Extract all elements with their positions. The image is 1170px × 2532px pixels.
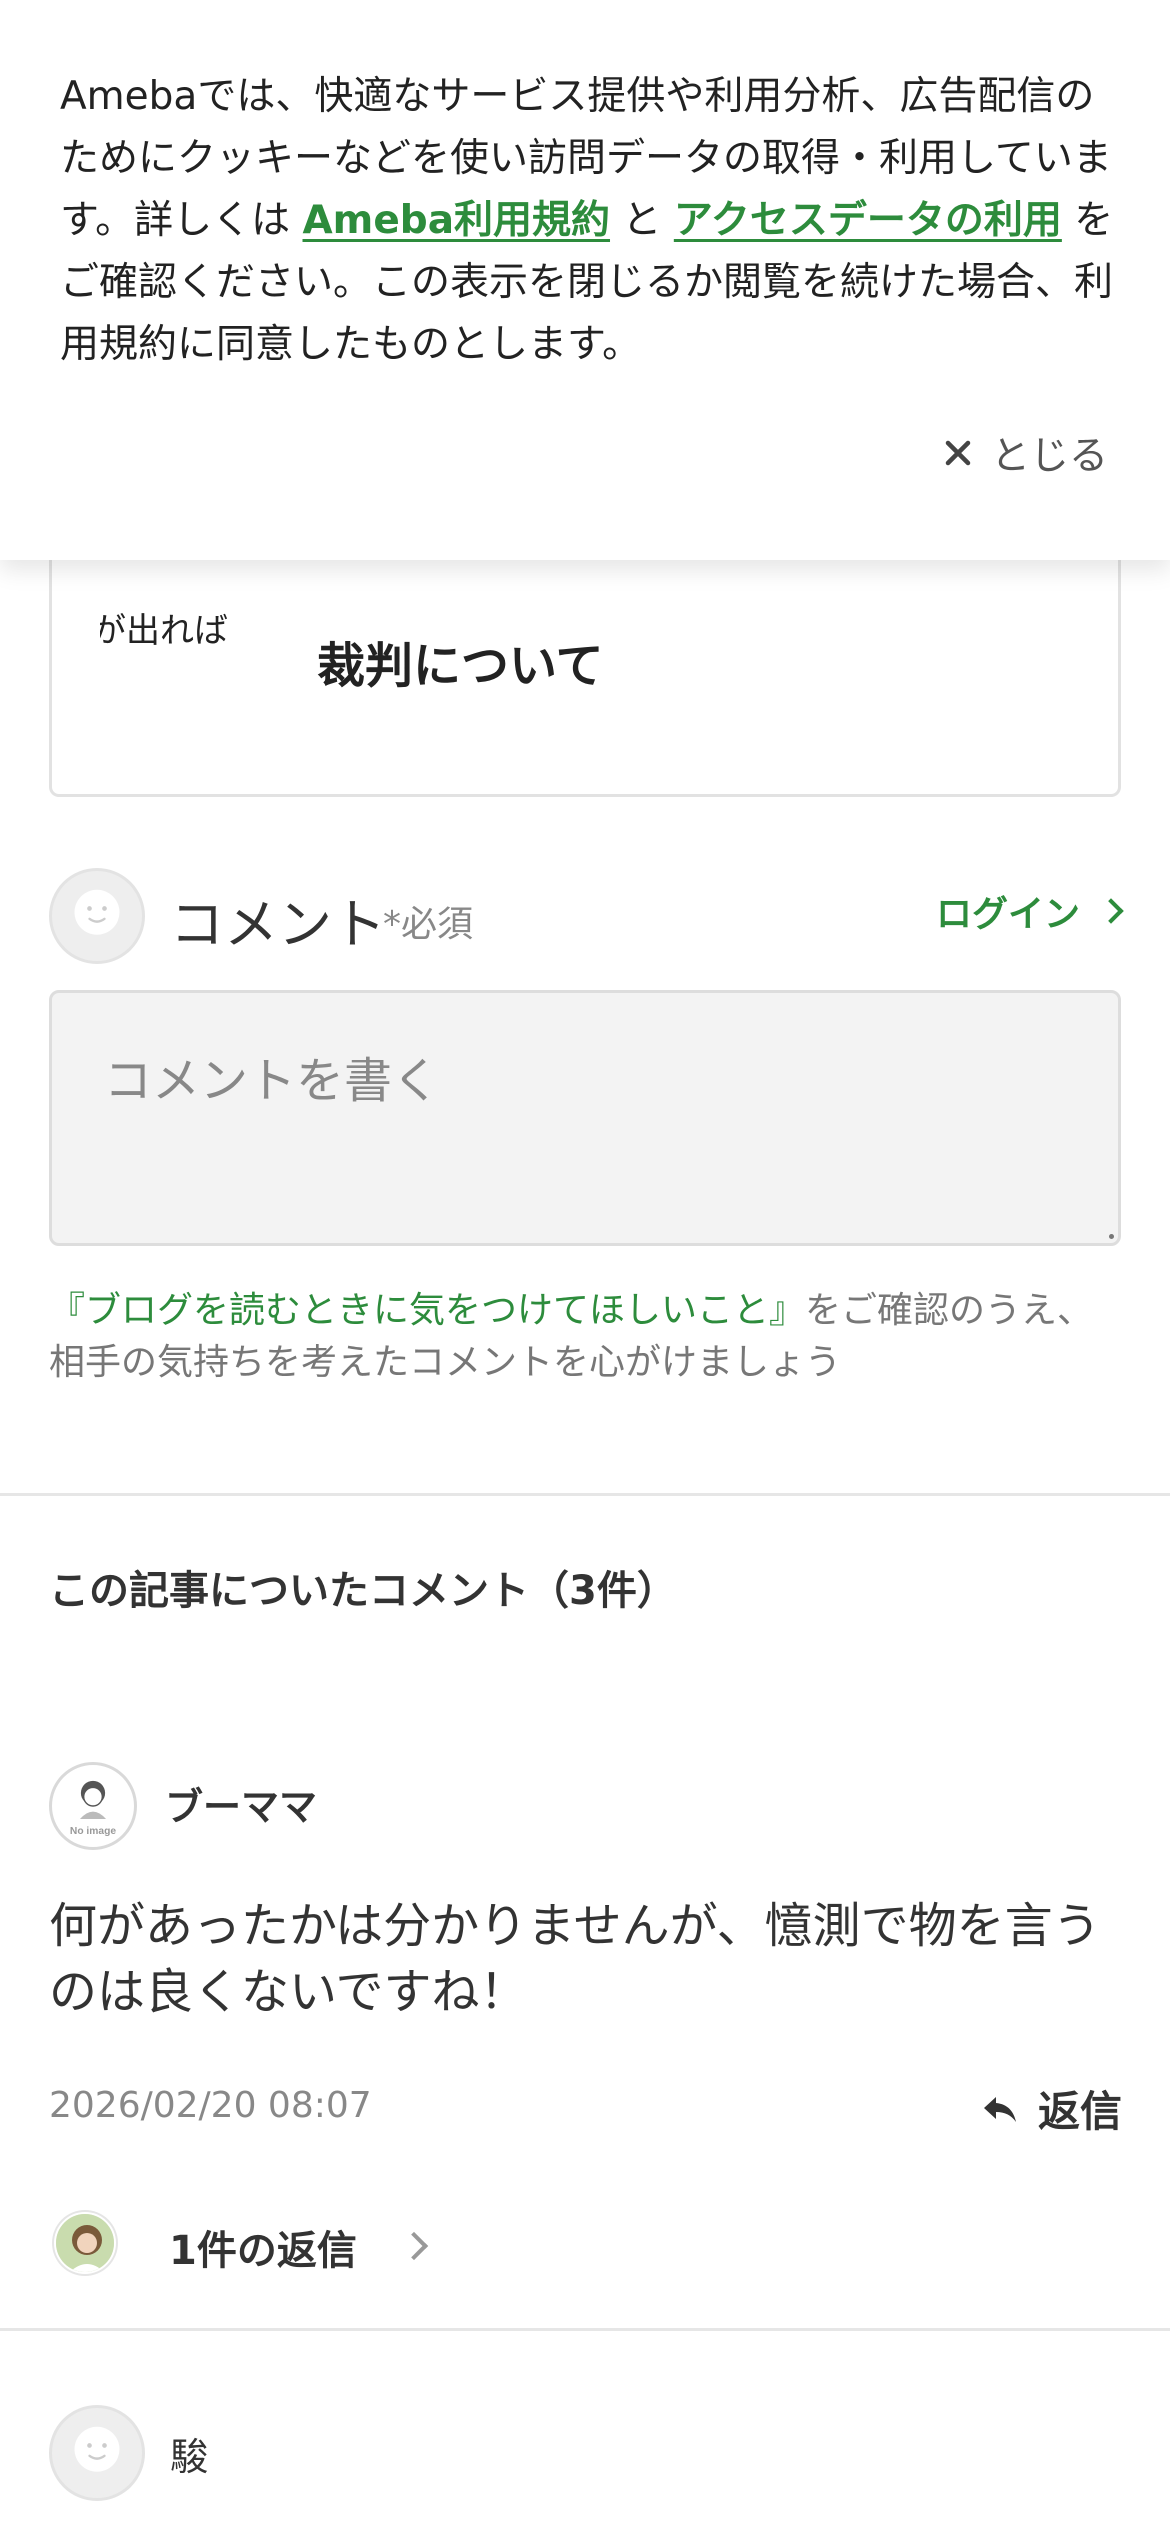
comment-guideline: 『ブログを読むときに気をつけてほしいこと』をご確認のうえ、相手の気持ちを考えたコ… [49,1285,1129,1389]
resize-handle-icon[interactable] [1109,1234,1114,1239]
required-note: *必須 [383,904,474,945]
no-image-avatar-icon: No image [70,1780,116,1837]
commenter-name[interactable]: 駿 [170,2426,208,2481]
page: が出れば 裁判について コメント *必須 ログイン コメントを書く 『ブログを読… [0,0,1170,2532]
article-thumbnail: が出れば [100,611,228,651]
cookie-message: Amebaでは、快適なサービス提供や利用分析、広告配信のためにクッキーなどを使い… [60,66,1120,376]
access-data-link[interactable]: アクセスデータの利用 [674,198,1062,243]
reply-arrow-icon [983,2096,1016,2122]
comment-placeholder: コメントを書く [104,1053,441,1109]
reply-label: 返信 [1037,2087,1122,2136]
commenter-avatar[interactable]: No image [49,1762,137,1850]
commenter-name[interactable]: ブーママ [165,1776,317,1831]
terms-link[interactable]: Ameba利用規約 [303,198,611,243]
replies-label: 1件の返信 [169,2228,357,2274]
cookie-consent-banner: Amebaでは、快適なサービス提供や利用分析、広告配信のためにクッキーなどを使い… [0,0,1170,560]
close-label: とじる [990,434,1108,479]
article-title[interactable]: 裁判について [317,626,604,696]
guideline-link[interactable]: 『ブログを読むときに気をつけてほしいこと』 [49,1290,805,1331]
comment-date: 2026/02/20 08:07 [49,2085,372,2126]
login-label: ログイン [935,894,1080,935]
cookie-text-and: と [610,198,674,243]
commenter-avatar[interactable] [49,2405,145,2501]
user-avatar [49,868,145,964]
close-banner-button[interactable]: とじる [943,420,1108,486]
comments-heading: この記事についたコメント（3件） [49,1568,677,1614]
close-x-icon [945,440,971,466]
reply-button[interactable]: 返信 [980,2078,1122,2139]
replies-toggle[interactable]: 1件の返信 [49,2210,1121,2280]
related-article-card[interactable]: が出れば 裁判について [49,520,1121,797]
login-link[interactable]: ログイン [935,885,1124,937]
replier-photo-icon [56,2214,114,2272]
chevron-right-icon [1098,898,1124,924]
replier-avatar [54,2212,116,2274]
default-avatar-icon [74,889,120,935]
comment-input[interactable]: コメントを書く [49,990,1121,1246]
comment-heading: コメント [170,893,386,956]
section-divider [0,1493,1170,1496]
default-avatar-icon [74,2426,120,2472]
avatar-no-image-text: No image [70,1826,116,1837]
comment-divider [0,2328,1170,2331]
comment-body: 何があったかは分かりませんが、憶測で物を言うのは良くないですね！ [49,1898,1101,2020]
chevron-right-icon [399,2231,429,2261]
